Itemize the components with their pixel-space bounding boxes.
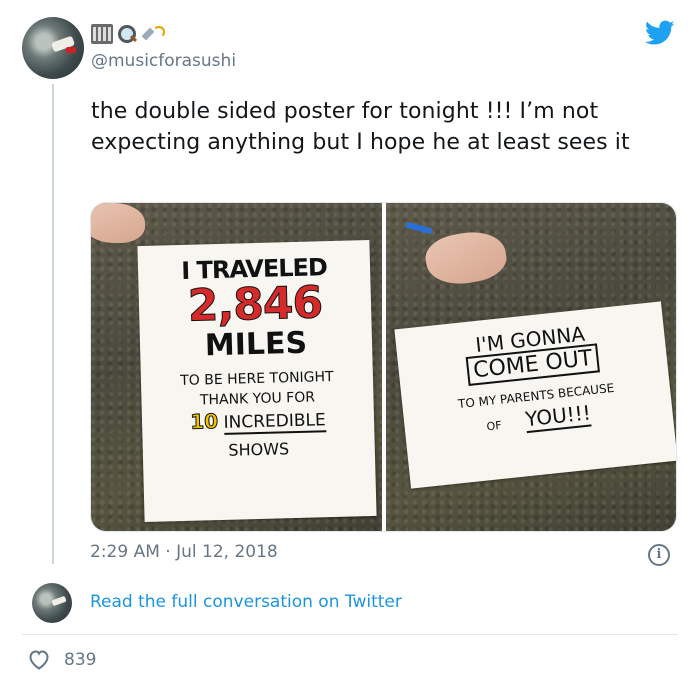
heart-icon[interactable] (27, 648, 51, 670)
divider (22, 634, 678, 635)
avatar[interactable] (22, 17, 84, 79)
magnifying-glass-icon (117, 24, 137, 44)
poster-line: OF (485, 418, 502, 434)
hand (91, 203, 145, 243)
poster-line: MILES (204, 325, 308, 364)
poster-left: I TRAVELED 2,846 MILES TO BE HERE TONIGH… (137, 240, 377, 522)
poster-right: I'M GONNA COME OUT TO MY PARENTS BECAUSE… (393, 301, 676, 489)
poster-line: INCREDIBLE (223, 410, 327, 435)
display-name[interactable] (91, 22, 165, 46)
like-count: 839 (64, 650, 97, 670)
wristband (405, 221, 432, 235)
hand (421, 226, 510, 290)
photo-right[interactable]: I'M GONNA COME OUT TO MY PARENTS BECAUSE… (385, 203, 676, 531)
tweet-text: the double sided poster for tonight !!! … (91, 99, 630, 155)
user-handle[interactable]: @musicforasushi (91, 51, 236, 71)
satellite-icon (141, 24, 165, 44)
media-grid[interactable]: I TRAVELED 2,846 MILES TO BE HERE TONIGH… (90, 202, 677, 532)
photo-left[interactable]: I TRAVELED 2,846 MILES TO BE HERE TONIGH… (91, 203, 382, 531)
poster-line: YOU!!! (523, 400, 592, 434)
poster-line: 2,846 (187, 277, 323, 332)
poster-line: SHOWS (228, 439, 290, 460)
film-frames-icon (91, 24, 113, 44)
tweet-timestamp[interactable]: 2:29 AM · Jul 12, 2018 (90, 542, 278, 562)
read-conversation-link[interactable]: Read the full conversation on Twitter (90, 592, 402, 612)
thread-line (52, 84, 54, 564)
poster-line: 10 (190, 409, 219, 435)
info-icon[interactable]: i (648, 544, 670, 566)
small-avatar[interactable] (32, 583, 72, 623)
twitter-bird-icon[interactable] (645, 20, 675, 46)
